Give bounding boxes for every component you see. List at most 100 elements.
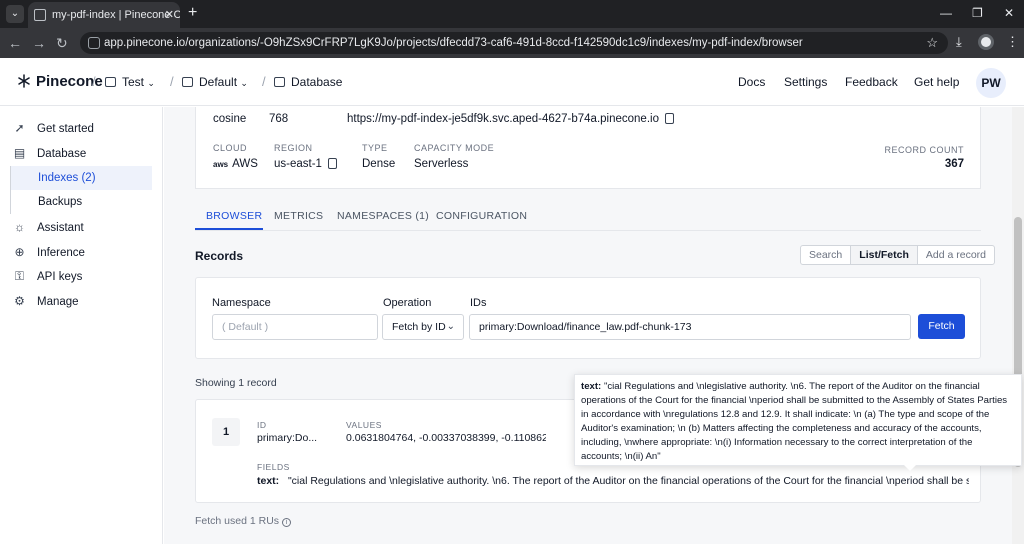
metric-value: cosine bbox=[213, 113, 247, 125]
tab-namespaces[interactable]: NAMESPACES (1) bbox=[337, 210, 429, 222]
database-icon: ▤ bbox=[13, 146, 26, 160]
namespace-input[interactable]: ( Default ) bbox=[212, 314, 378, 340]
copy-icon[interactable] bbox=[327, 158, 337, 169]
cloud-label: CLOUD bbox=[213, 143, 248, 153]
sidebar-item-manage[interactable]: ⚙ Manage bbox=[12, 291, 152, 313]
chevron-down-icon: ⌄ bbox=[446, 321, 455, 332]
database-icon bbox=[274, 77, 285, 87]
url-text: app.pinecone.io/organizations/-O9hZSx9Cr… bbox=[104, 37, 803, 49]
sidebar-item-assistant[interactable]: ☼ Assistant bbox=[12, 217, 152, 239]
menu-dots-icon[interactable]: ⋮ bbox=[1006, 34, 1019, 50]
sidebar-item-indexes[interactable]: Indexes (2) bbox=[10, 166, 152, 190]
close-window-icon[interactable]: ✕ bbox=[1004, 5, 1014, 21]
breadcrumb-project[interactable]: Test ⌄ bbox=[105, 75, 155, 89]
values-label: VALUES bbox=[346, 420, 382, 430]
fields-label: FIELDS bbox=[257, 462, 290, 472]
sidebar-item-inference[interactable]: ⊕ Inference bbox=[12, 242, 152, 264]
sidebar-item-api-keys[interactable]: ⚿ API keys bbox=[12, 266, 152, 288]
query-card: Namespace ( Default ) Operation Fetch by… bbox=[195, 277, 981, 359]
info-icon[interactable]: i bbox=[281, 518, 291, 527]
record-count-label: RECORD COUNT bbox=[884, 145, 964, 155]
ids-input[interactable]: primary:Download/finance_law.pdf-chunk-1… bbox=[469, 314, 911, 340]
record-fields[interactable]: text: "cial Regulations and \nlegislativ… bbox=[257, 475, 969, 487]
record-id[interactable]: primary:Do... bbox=[257, 432, 317, 444]
forward-icon[interactable]: → bbox=[32, 35, 46, 51]
records-title: Records bbox=[195, 249, 244, 263]
avatar[interactable]: PW bbox=[976, 68, 1006, 98]
url-input[interactable]: app.pinecone.io/organizations/-O9hZSx9Cr… bbox=[80, 32, 948, 54]
favicon-icon bbox=[34, 9, 46, 21]
record-count-value: 367 bbox=[944, 158, 964, 170]
browser-tab-strip: ⌄ my-pdf-index | Pinecone Console ✕ + — … bbox=[0, 0, 1024, 28]
index-tabs: BROWSER METRICS NAMESPACES (1) CONFIGURA… bbox=[195, 201, 981, 231]
type-value: Dense bbox=[362, 158, 396, 170]
download-icon[interactable]: ⤓ bbox=[956, 34, 962, 50]
host-value: https://my-pdf-index-je5df9k.svc.aped-46… bbox=[347, 113, 674, 125]
key-icon: ⚿ bbox=[14, 269, 25, 283]
gear-icon: ⚙ bbox=[14, 294, 25, 308]
fetch-button[interactable]: Fetch bbox=[918, 314, 965, 339]
read-units-note: Fetch used 1 RUs i bbox=[195, 515, 291, 527]
copy-icon[interactable] bbox=[664, 113, 674, 124]
field-tooltip: text: "cial Regulations and \nlegislativ… bbox=[574, 374, 1022, 466]
region-value: us-east-1 bbox=[274, 158, 337, 170]
operation-select[interactable]: Fetch by ID ⌄ bbox=[382, 314, 464, 340]
breadcrumb-separator: / bbox=[92, 74, 96, 89]
aws-logo-icon: aws bbox=[213, 160, 229, 169]
pinecone-logo-icon bbox=[18, 74, 30, 88]
site-info-icon[interactable] bbox=[88, 37, 100, 49]
chevron-down-icon: ⌄ bbox=[240, 78, 248, 88]
building-icon bbox=[105, 77, 116, 87]
mode-add-record-button[interactable]: Add a record bbox=[918, 246, 994, 264]
address-bar: ← → ↻ app.pinecone.io/organizations/-O9h… bbox=[0, 28, 1024, 58]
tab-configuration[interactable]: CONFIGURATION bbox=[436, 210, 527, 222]
ids-label: IDs bbox=[470, 297, 487, 309]
capacity-label: CAPACITY MODE bbox=[414, 143, 495, 153]
mode-list-fetch-button[interactable]: List/Fetch bbox=[851, 246, 918, 264]
tab-metrics[interactable]: METRICS bbox=[274, 210, 323, 222]
region-label: REGION bbox=[274, 143, 313, 153]
get-help-link[interactable]: Get help bbox=[914, 75, 959, 89]
chevron-down-icon: ⌄ bbox=[147, 78, 155, 88]
minimize-icon[interactable]: — bbox=[940, 5, 952, 21]
type-label: TYPE bbox=[362, 143, 388, 153]
sidebar-item-get-started[interactable]: ➚ Get started bbox=[12, 118, 152, 140]
record-index: 1 bbox=[212, 418, 240, 446]
bookmark-star-icon[interactable]: ☆ bbox=[926, 32, 938, 54]
breadcrumb-separator: / bbox=[262, 74, 266, 89]
browser-tab[interactable]: my-pdf-index | Pinecone Console ✕ bbox=[28, 2, 180, 28]
capacity-value: Serverless bbox=[414, 158, 469, 170]
sidebar-item-database[interactable]: ▤ Database bbox=[12, 143, 152, 165]
reload-icon[interactable]: ↻ bbox=[56, 35, 68, 51]
records-mode-toggle: Search List/Fetch Add a record bbox=[800, 245, 995, 265]
restore-icon[interactable]: ❐ bbox=[972, 5, 983, 21]
active-tab-indicator bbox=[195, 228, 263, 230]
sidebar-item-backups[interactable]: Backups bbox=[10, 190, 152, 214]
results-count: Showing 1 record bbox=[195, 377, 277, 389]
mode-search-button[interactable]: Search bbox=[801, 246, 852, 264]
tooltip-arrow bbox=[904, 465, 916, 471]
namespace-label: Namespace bbox=[212, 297, 271, 309]
lightbulb-icon: ☼ bbox=[14, 220, 25, 234]
dimension-value: 768 bbox=[269, 113, 289, 125]
tab-browser[interactable]: BROWSER bbox=[206, 210, 262, 222]
docs-link[interactable]: Docs bbox=[738, 75, 765, 89]
tooltip-text: "cial Regulations and \nlegislative auth… bbox=[581, 381, 1008, 462]
tab-title: my-pdf-index | Pinecone Console bbox=[52, 9, 180, 21]
sidebar: ➚ Get started ▤ Database Indexes (2) Backu… bbox=[0, 107, 163, 544]
operation-label: Operation bbox=[383, 297, 432, 309]
breadcrumb-database[interactable]: Database bbox=[274, 75, 342, 89]
new-tab-icon[interactable]: + bbox=[188, 3, 197, 23]
profile-icon[interactable] bbox=[978, 34, 994, 50]
cloud-value: aws AWS bbox=[213, 158, 258, 170]
back-icon[interactable]: ← bbox=[8, 35, 22, 51]
inference-icon: ⊕ bbox=[14, 245, 25, 259]
feedback-link[interactable]: Feedback bbox=[845, 75, 898, 89]
tab-search-icon[interactable]: ⌄ bbox=[6, 5, 24, 23]
rocket-icon: ➚ bbox=[14, 121, 25, 135]
settings-link[interactable]: Settings bbox=[784, 75, 827, 89]
breadcrumb-folder[interactable]: Default ⌄ bbox=[182, 75, 248, 89]
close-icon[interactable]: ✕ bbox=[165, 2, 174, 28]
main-scrollbar[interactable] bbox=[1012, 107, 1024, 544]
breadcrumb-separator: / bbox=[170, 74, 174, 89]
